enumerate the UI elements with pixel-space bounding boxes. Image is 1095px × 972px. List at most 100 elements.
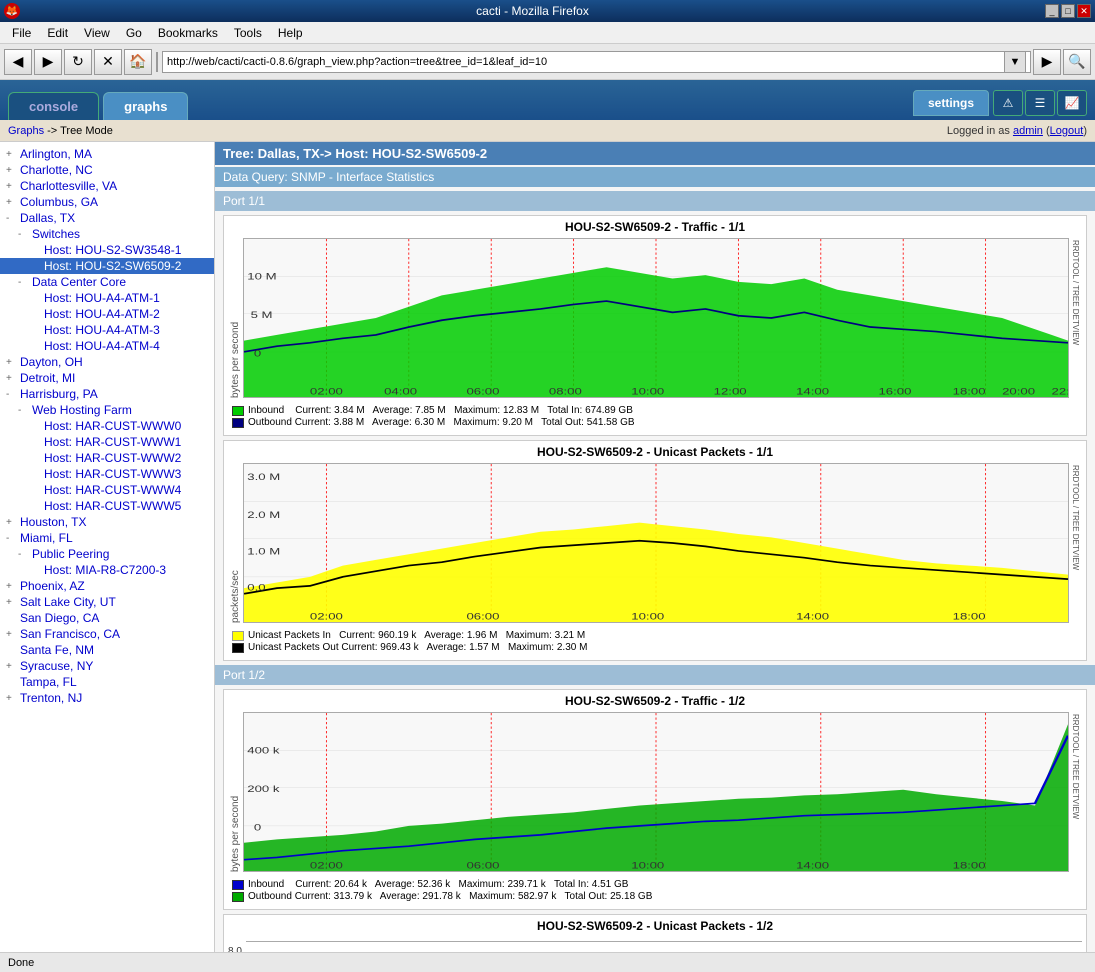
sidebar-item-24[interactable]: -Miami, FL bbox=[0, 530, 214, 546]
sidebar-item-13[interactable]: +Dayton, OH bbox=[0, 354, 214, 370]
dropdown-button[interactable]: ▼ bbox=[1004, 51, 1026, 73]
svg-text:22:00: 22:00 bbox=[1052, 388, 1068, 397]
sidebar-item-0[interactable]: +Arlington, MA bbox=[0, 146, 214, 162]
sidebar-item-29[interactable]: San Diego, CA bbox=[0, 610, 214, 626]
menu-help[interactable]: Help bbox=[270, 24, 311, 42]
sidebar-link-34[interactable]: Trenton, NJ bbox=[20, 691, 82, 705]
sidebar-item-15[interactable]: -Harrisburg, PA bbox=[0, 386, 214, 402]
sidebar-item-19[interactable]: Host: HAR-CUST-WWW2 bbox=[0, 450, 214, 466]
close-button[interactable]: ✕ bbox=[1077, 4, 1091, 18]
expand-icon-23: + bbox=[6, 517, 18, 528]
sidebar-link-28[interactable]: Salt Lake City, UT bbox=[20, 595, 116, 609]
sidebar-item-23[interactable]: +Houston, TX bbox=[0, 514, 214, 530]
sidebar-link-22[interactable]: Host: HAR-CUST-WWW5 bbox=[44, 499, 181, 513]
sidebar-link-19[interactable]: Host: HAR-CUST-WWW2 bbox=[44, 451, 181, 465]
sidebar-item-12[interactable]: Host: HOU-A4-ATM-4 bbox=[0, 338, 214, 354]
sidebar-item-10[interactable]: Host: HOU-A4-ATM-2 bbox=[0, 306, 214, 322]
sidebar-link-13[interactable]: Dayton, OH bbox=[20, 355, 83, 369]
list-icon-button[interactable]: ☰ bbox=[1025, 90, 1055, 116]
svg-text:0: 0 bbox=[254, 349, 261, 359]
sidebar-link-23[interactable]: Houston, TX bbox=[20, 515, 86, 529]
sidebar-link-18[interactable]: Host: HAR-CUST-WWW1 bbox=[44, 435, 181, 449]
sidebar-item-25[interactable]: -Public Peering bbox=[0, 546, 214, 562]
sidebar-item-17[interactable]: Host: HAR-CUST-WWW0 bbox=[0, 418, 214, 434]
reload-button[interactable]: ↻ bbox=[64, 49, 92, 75]
sidebar-link-8[interactable]: Data Center Core bbox=[32, 275, 126, 289]
sidebar-link-6[interactable]: Host: HOU-S2-SW3548-1 bbox=[44, 243, 181, 257]
sidebar-link-3[interactable]: Columbus, GA bbox=[20, 195, 98, 209]
sidebar-item-7[interactable]: Host: HOU-S2-SW6509-2 bbox=[0, 258, 214, 274]
sidebar-link-17[interactable]: Host: HAR-CUST-WWW0 bbox=[44, 419, 181, 433]
sidebar-link-0[interactable]: Arlington, MA bbox=[20, 147, 92, 161]
sidebar-link-25[interactable]: Public Peering bbox=[32, 547, 109, 561]
sidebar-item-16[interactable]: -Web Hosting Farm bbox=[0, 402, 214, 418]
sidebar-item-2[interactable]: +Charlottesville, VA bbox=[0, 178, 214, 194]
sidebar-item-11[interactable]: Host: HOU-A4-ATM-3 bbox=[0, 322, 214, 338]
sidebar-item-3[interactable]: +Columbus, GA bbox=[0, 194, 214, 210]
sidebar-link-30[interactable]: San Francisco, CA bbox=[20, 627, 120, 641]
sidebar-link-33[interactable]: Tampa, FL bbox=[20, 675, 77, 689]
sidebar-item-18[interactable]: Host: HAR-CUST-WWW1 bbox=[0, 434, 214, 450]
sidebar-item-32[interactable]: +Syracuse, NY bbox=[0, 658, 214, 674]
sidebar-link-26[interactable]: Host: MIA-R8-C7200-3 bbox=[44, 563, 166, 577]
user-link[interactable]: admin bbox=[1013, 125, 1043, 137]
sidebar-item-28[interactable]: +Salt Lake City, UT bbox=[0, 594, 214, 610]
sidebar-link-27[interactable]: Phoenix, AZ bbox=[20, 579, 85, 593]
logout-link[interactable]: Logout bbox=[1050, 125, 1084, 137]
sidebar-link-24[interactable]: Miami, FL bbox=[20, 531, 73, 545]
go-button[interactable]: ▶ bbox=[1033, 49, 1061, 75]
sidebar-link-29[interactable]: San Diego, CA bbox=[20, 611, 99, 625]
sidebar-link-1[interactable]: Charlotte, NC bbox=[20, 163, 93, 177]
sidebar-link-12[interactable]: Host: HOU-A4-ATM-4 bbox=[44, 339, 160, 353]
minimize-button[interactable]: _ bbox=[1045, 4, 1059, 18]
sidebar-item-9[interactable]: Host: HOU-A4-ATM-1 bbox=[0, 290, 214, 306]
menu-bookmarks[interactable]: Bookmarks bbox=[150, 24, 226, 42]
back-button[interactable]: ◀ bbox=[4, 49, 32, 75]
sidebar-link-9[interactable]: Host: HOU-A4-ATM-1 bbox=[44, 291, 160, 305]
menu-edit[interactable]: Edit bbox=[39, 24, 76, 42]
sidebar-item-34[interactable]: +Trenton, NJ bbox=[0, 690, 214, 706]
sidebar-item-14[interactable]: +Detroit, MI bbox=[0, 370, 214, 386]
sidebar-link-11[interactable]: Host: HOU-A4-ATM-3 bbox=[44, 323, 160, 337]
alert-icon-button[interactable]: ⚠ bbox=[993, 90, 1023, 116]
sidebar-item-21[interactable]: Host: HAR-CUST-WWW4 bbox=[0, 482, 214, 498]
sidebar-link-21[interactable]: Host: HAR-CUST-WWW4 bbox=[44, 483, 181, 497]
home-button[interactable]: 🏠 bbox=[124, 49, 152, 75]
menu-view[interactable]: View bbox=[76, 24, 118, 42]
sidebar-link-14[interactable]: Detroit, MI bbox=[20, 371, 75, 385]
sidebar-item-1[interactable]: +Charlotte, NC bbox=[0, 162, 214, 178]
graph-icon-button[interactable]: 📈 bbox=[1057, 90, 1087, 116]
forward-button[interactable]: ▶ bbox=[34, 49, 62, 75]
console-tab[interactable]: console bbox=[8, 92, 99, 120]
sidebar-link-10[interactable]: Host: HOU-A4-ATM-2 bbox=[44, 307, 160, 321]
graphs-tab[interactable]: graphs bbox=[103, 92, 188, 120]
menu-file[interactable]: File bbox=[4, 24, 39, 42]
sidebar-item-20[interactable]: Host: HAR-CUST-WWW3 bbox=[0, 466, 214, 482]
sidebar-item-6[interactable]: Host: HOU-S2-SW3548-1 bbox=[0, 242, 214, 258]
sidebar-item-4[interactable]: -Dallas, TX bbox=[0, 210, 214, 226]
sidebar-link-2[interactable]: Charlottesville, VA bbox=[20, 179, 117, 193]
sidebar-item-33[interactable]: Tampa, FL bbox=[0, 674, 214, 690]
sidebar-item-30[interactable]: +San Francisco, CA bbox=[0, 626, 214, 642]
maximize-button[interactable]: □ bbox=[1061, 4, 1075, 18]
settings-button[interactable]: settings bbox=[913, 90, 989, 116]
menu-tools[interactable]: Tools bbox=[226, 24, 270, 42]
sidebar-item-26[interactable]: Host: MIA-R8-C7200-3 bbox=[0, 562, 214, 578]
url-text[interactable]: http://web/cacti/cacti-0.8.6/graph_view.… bbox=[167, 56, 1004, 68]
sidebar-link-16[interactable]: Web Hosting Farm bbox=[32, 403, 132, 417]
sidebar-link-31[interactable]: Santa Fe, NM bbox=[20, 643, 94, 657]
sidebar-item-22[interactable]: Host: HAR-CUST-WWW5 bbox=[0, 498, 214, 514]
sidebar-link-5[interactable]: Switches bbox=[32, 227, 80, 241]
stop-button[interactable]: ✕ bbox=[94, 49, 122, 75]
sidebar-link-32[interactable]: Syracuse, NY bbox=[20, 659, 93, 673]
graphs-link[interactable]: Graphs bbox=[8, 125, 44, 137]
menu-go[interactable]: Go bbox=[118, 24, 150, 42]
sidebar-item-8[interactable]: -Data Center Core bbox=[0, 274, 214, 290]
sidebar-link-15[interactable]: Harrisburg, PA bbox=[20, 387, 98, 401]
sidebar-link-20[interactable]: Host: HAR-CUST-WWW3 bbox=[44, 467, 181, 481]
sidebar-link-4[interactable]: Dallas, TX bbox=[20, 211, 75, 225]
sidebar-item-27[interactable]: +Phoenix, AZ bbox=[0, 578, 214, 594]
sidebar-item-5[interactable]: -Switches bbox=[0, 226, 214, 242]
sidebar-item-31[interactable]: Santa Fe, NM bbox=[0, 642, 214, 658]
search-button[interactable]: 🔍 bbox=[1063, 49, 1091, 75]
